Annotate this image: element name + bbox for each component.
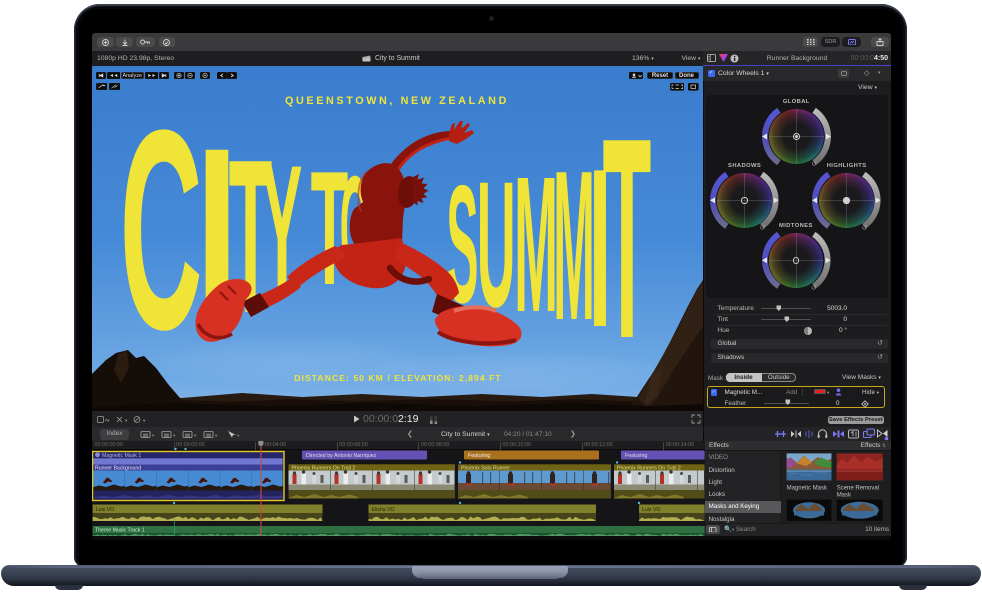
svg-text:Mask: Mask [837, 492, 852, 498]
svg-text:Directed by Antonio Narriquez: Directed by Antonio Narriquez [306, 453, 377, 459]
svg-text:QUEENSTOWN, NEW ZEALAND: QUEENSTOWN, NEW ZEALAND [285, 95, 509, 107]
svg-text:▾: ▾ [152, 433, 155, 438]
svg-text:T: T [603, 80, 652, 399]
svg-text:▾: ▾ [173, 433, 176, 438]
svg-text:▾: ▾ [125, 418, 128, 423]
svg-text:Runner Background: Runner Background [95, 465, 141, 471]
svg-text:▾: ▾ [237, 433, 240, 438]
svg-text:Magnetic Mask: Magnetic Mask [787, 485, 828, 491]
svg-text:Featuring: Featuring [625, 453, 647, 459]
svg-text:Phoenix Runners On Trail 2: Phoenix Runners On Trail 2 [292, 465, 356, 471]
svg-text:Luis VO: Luis VO [96, 507, 114, 513]
svg-text:Elisha VO: Elisha VO [372, 507, 395, 513]
svg-text:▾: ▾ [107, 418, 110, 423]
svg-text:C: C [120, 71, 203, 388]
svg-text:M: M [514, 138, 558, 354]
svg-text:Phoenix Runners On Trail 2: Phoenix Runners On Trail 2 [617, 465, 681, 471]
svg-text:▾: ▾ [143, 418, 146, 423]
svg-text:▾: ▾ [215, 433, 218, 438]
svg-text:Scene Removal: Scene Removal [837, 485, 879, 491]
svg-text:DISTANCE: 50 KM / ELEVATION: 2: DISTANCE: 50 KM / ELEVATION: 2,894 FT [294, 373, 501, 383]
svg-text:Luis VO: Luis VO [642, 507, 660, 513]
svg-text:Phoenix Solo Runner: Phoenix Solo Runner [461, 465, 510, 471]
svg-text:Theme Music Track 1: Theme Music Track 1 [95, 528, 145, 534]
svg-text:Magnetic Mask 1: Magnetic Mask 1 [102, 453, 141, 459]
svg-text:Featuring: Featuring [468, 453, 490, 459]
svg-text:▾: ▾ [194, 433, 197, 438]
